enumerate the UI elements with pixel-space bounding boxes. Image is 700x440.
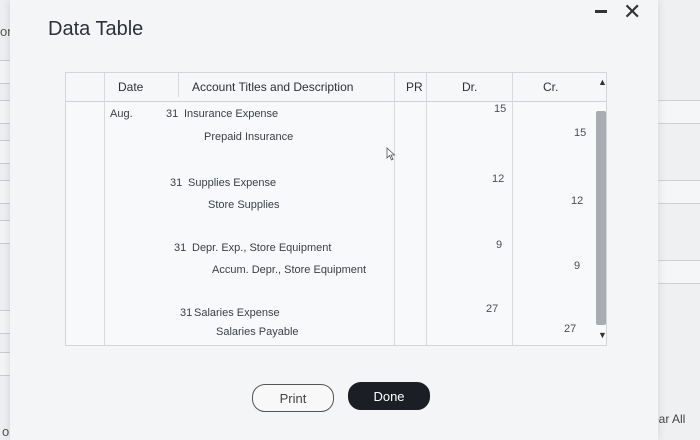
- credit-account-cell[interactable]: Salaries Payable: [216, 326, 299, 338]
- done-button[interactable]: Done: [348, 382, 430, 410]
- header-cr: Cr.: [543, 80, 559, 94]
- minimize-icon[interactable]: [595, 10, 607, 13]
- debit-amount[interactable]: 27: [486, 303, 498, 315]
- scroll-down-icon[interactable]: ▼: [598, 330, 607, 340]
- credit-account-cell[interactable]: Store Supplies: [208, 199, 280, 211]
- data-table-dialog: Data Table ✕ Date Account Titles and Des…: [10, 0, 658, 440]
- mouse-cursor-icon: [386, 147, 396, 161]
- debit-amount[interactable]: 9: [496, 239, 502, 251]
- credit-amount[interactable]: 12: [571, 195, 583, 207]
- column-divider: [394, 73, 395, 345]
- day-cell: 31: [180, 307, 193, 319]
- day-cell: 31: [166, 108, 179, 120]
- print-button[interactable]: Print: [252, 384, 334, 412]
- bg-text: o: [2, 424, 10, 439]
- day-cell: 31: [170, 177, 183, 189]
- debit-account-cell[interactable]: Supplies Expense: [188, 177, 276, 189]
- column-divider: [426, 73, 427, 345]
- credit-account-cell[interactable]: Prepaid Insurance: [204, 131, 293, 143]
- vertical-scrollbar[interactable]: [596, 111, 606, 325]
- debit-account-cell[interactable]: Depr. Exp., Store Equipment: [192, 242, 331, 254]
- debit-amount[interactable]: 15: [494, 103, 506, 115]
- credit-amount[interactable]: 15: [574, 127, 586, 139]
- close-icon[interactable]: ✕: [623, 1, 641, 23]
- header-dr: Dr.: [462, 80, 478, 94]
- debit-amount[interactable]: 12: [492, 173, 504, 185]
- header-account-titles: Account Titles and Description: [192, 80, 354, 94]
- day-cell: 31: [174, 242, 187, 254]
- column-divider: [512, 73, 513, 345]
- debit-account-cell[interactable]: Salaries Expense: [194, 307, 280, 319]
- scroll-up-icon[interactable]: ▲: [598, 77, 607, 87]
- month-cell: Aug.: [110, 108, 133, 120]
- credit-amount[interactable]: 9: [574, 260, 580, 272]
- debit-account-cell[interactable]: Insurance Expense: [184, 108, 278, 120]
- credit-amount[interactable]: 27: [564, 323, 576, 335]
- table-header: Date Account Titles and Description PR D…: [66, 73, 606, 102]
- header-date: Date: [118, 80, 144, 94]
- header-pr: PR: [406, 80, 423, 94]
- dialog-title: Data Table: [48, 18, 144, 40]
- column-divider: [104, 73, 105, 345]
- column-divider: [178, 73, 179, 97]
- journal-table: Date Account Titles and Description PR D…: [65, 72, 607, 346]
- credit-account-cell[interactable]: Accum. Depr., Store Equipment: [212, 264, 366, 276]
